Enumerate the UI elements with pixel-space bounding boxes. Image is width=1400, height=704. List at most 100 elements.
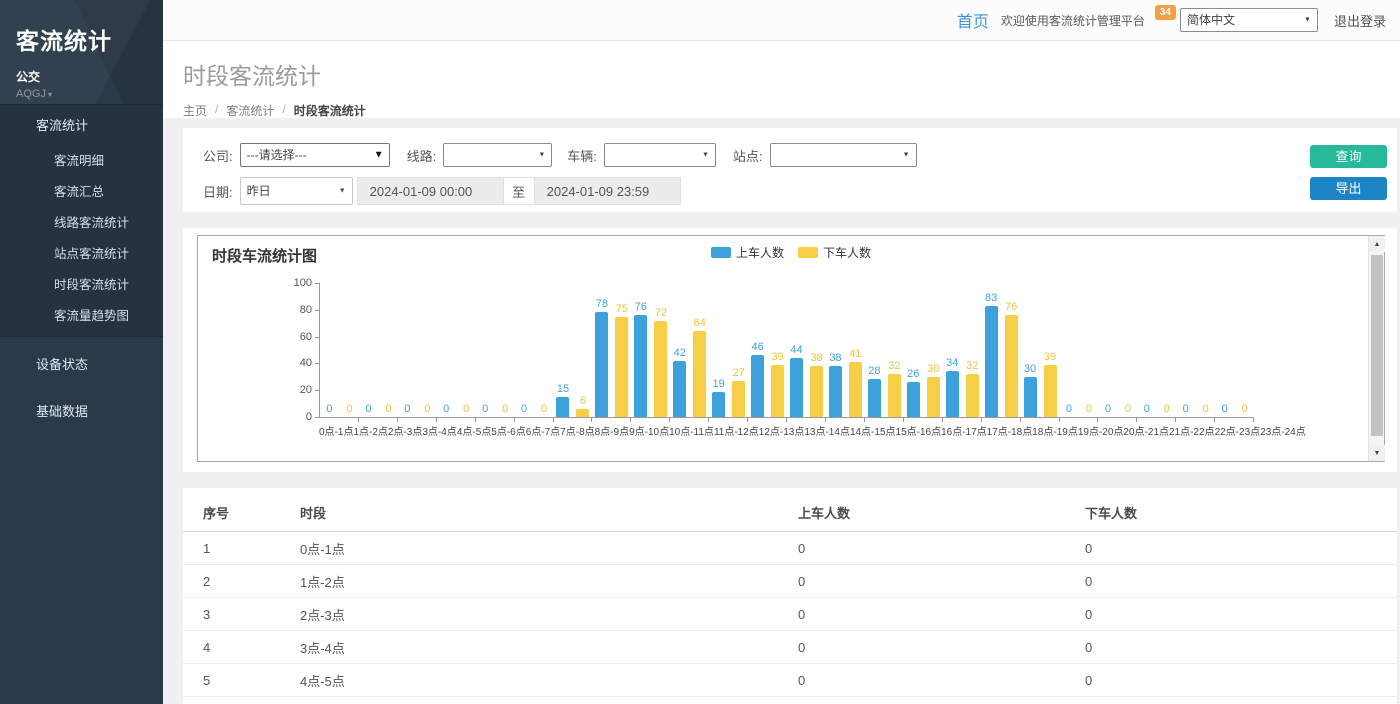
chart-box: 时段车流统计图 上车人数 下车人数 0204060801000000000000… (197, 235, 1385, 462)
search-button[interactable]: 查询 (1310, 145, 1387, 168)
sidebar-item-1[interactable]: 设备状态 (0, 343, 163, 384)
date-preset-select[interactable]: 昨日 (240, 177, 353, 205)
breadcrumb-link-0[interactable]: 主页 (183, 102, 207, 119)
bar-value-label: 0 (365, 403, 371, 415)
x-tick-mark (669, 417, 670, 422)
sidebar-subitem-0-3[interactable]: 站点客流统计 (0, 237, 163, 268)
table-cell-3-3: 0 (1085, 631, 1397, 664)
bar-alighting (654, 321, 667, 417)
bar-alighting (732, 381, 745, 417)
bar-group-3: 00 (437, 284, 476, 417)
sidebar-item-0[interactable]: 客流统计 (0, 105, 163, 144)
bar-value-label: 83 (985, 292, 997, 304)
bar-value-label: 0 (521, 403, 527, 415)
table-row: 21点-2点00 (183, 565, 1397, 598)
date-from-input[interactable] (357, 177, 504, 205)
bar-boarding (712, 392, 725, 417)
bar-value-label: 0 (443, 403, 449, 415)
bar-column: 0 (518, 403, 531, 417)
legend-swatch-yellow (798, 247, 818, 258)
x-tick-mark (942, 417, 943, 422)
x-tick-mark (630, 417, 631, 422)
logout-link[interactable]: 退出登录 (1334, 11, 1386, 30)
date-to-input[interactable] (534, 177, 681, 205)
bar-column: 0 (1238, 403, 1251, 417)
scroll-up-icon[interactable]: ▲ (1369, 236, 1385, 252)
table-row: 32点-3点00 (183, 598, 1397, 631)
bar-group-19: 00 (1060, 284, 1099, 417)
bar-alighting (927, 377, 940, 417)
bar-column: 0 (343, 403, 356, 417)
station-select[interactable] (770, 143, 917, 167)
bar-column: 32 (966, 360, 979, 417)
bar-value-label: 0 (1086, 403, 1092, 415)
table-cell-1-0: 2 (183, 565, 300, 598)
line-select-wrap: ▼ (443, 143, 552, 167)
company-select[interactable]: ---请选择--- (240, 143, 390, 167)
x-axis-label-5: 5点-6点 (491, 423, 525, 438)
sidebar: 客流统计 公交 AQGJ▾ 客流统计客流明细客流汇总线路客流统计站点客流统计时段… (0, 0, 163, 704)
x-tick-mark (1253, 417, 1254, 422)
sidebar-nav: 客流统计客流明细客流汇总线路客流统计站点客流统计时段客流统计客流量趋势图设备状态… (0, 104, 163, 431)
sidebar-subitem-0-1[interactable]: 客流汇总 (0, 175, 163, 206)
sidebar-subitem-0-2[interactable]: 线路客流统计 (0, 206, 163, 237)
legend-item-boarding[interactable]: 上车人数 (711, 244, 784, 261)
bar-column: 6 (576, 395, 589, 417)
bar-group-16: 3432 (943, 284, 982, 417)
date-label: 日期: (203, 182, 233, 201)
x-axis-label-2: 2点-3点 (388, 423, 422, 438)
line-select[interactable] (443, 143, 552, 167)
station-select-wrap: ▼ (770, 143, 917, 167)
table-cell-4-3: 0 (1085, 664, 1397, 697)
bar-boarding (790, 358, 803, 417)
bar-group-10: 1927 (709, 284, 748, 417)
x-axis-label-21: 21点-22点 (1169, 423, 1215, 438)
bar-value-label: 0 (404, 403, 410, 415)
x-axis-label-6: 6点-7点 (526, 423, 560, 438)
bar-value-label: 0 (1066, 403, 1072, 415)
x-axis-label-20: 20点-21点 (1123, 423, 1169, 438)
page-header: 时段客流统计 主页/客流统计/时段客流统计 (163, 41, 1400, 118)
bar-group-14: 2832 (865, 284, 904, 417)
date-range-separator: 至 (504, 177, 534, 205)
bar-value-label: 0 (1164, 403, 1170, 415)
bar-value-label: 72 (655, 307, 667, 319)
bar-value-label: 42 (674, 347, 686, 359)
sidebar-item-2[interactable]: 基础数据 (0, 390, 163, 431)
language-select[interactable]: 简体中文 (1180, 8, 1318, 32)
bar-column: 0 (1101, 403, 1114, 417)
legend-item-alighting[interactable]: 下车人数 (798, 244, 871, 261)
chart-title: 时段车流统计图 (212, 245, 317, 266)
bar-group-1: 00 (359, 284, 398, 417)
home-link[interactable]: 首页 (957, 8, 989, 32)
bar-boarding (985, 306, 998, 417)
bar-group-15: 2630 (904, 284, 943, 417)
x-axis-label-17: 17点-18点 (987, 423, 1033, 438)
bar-column: 39 (1044, 351, 1057, 417)
chart-panel: 时段车流统计图 上车人数 下车人数 0204060801000000000000… (183, 228, 1397, 472)
bar-alighting (615, 317, 628, 418)
bar-value-label: 0 (326, 403, 332, 415)
scroll-down-icon[interactable]: ▼ (1369, 445, 1385, 461)
breadcrumb-current: 时段客流统计 (294, 102, 366, 119)
chart-scrollbar[interactable]: ▲ ▼ (1368, 236, 1384, 461)
org-code-dropdown[interactable]: AQGJ▾ (16, 88, 147, 100)
bar-value-label: 0 (482, 403, 488, 415)
sidebar-subitem-0-4[interactable]: 时段客流统计 (0, 268, 163, 299)
bar-column: 64 (693, 317, 706, 417)
export-button[interactable]: 导出 (1310, 177, 1387, 200)
bar-column: 76 (1005, 301, 1018, 417)
bar-column: 42 (673, 347, 686, 417)
x-axis-label-18: 18点-19点 (1032, 423, 1078, 438)
x-tick-mark (1136, 417, 1137, 422)
bar-column: 0 (1160, 403, 1173, 417)
x-axis-label-11: 11点-12点 (714, 423, 759, 438)
scrollbar-thumb[interactable] (1371, 255, 1383, 436)
breadcrumb-link-1[interactable]: 客流统计 (226, 102, 274, 119)
sidebar-subitem-0-0[interactable]: 客流明细 (0, 144, 163, 175)
x-axis-label-10: 10点-11点 (669, 423, 714, 438)
vehicle-select[interactable] (604, 143, 716, 167)
x-tick-mark (1175, 417, 1176, 422)
sidebar-subitem-0-5[interactable]: 客流量趋势图 (0, 299, 163, 336)
bar-value-label: 41 (849, 348, 861, 360)
